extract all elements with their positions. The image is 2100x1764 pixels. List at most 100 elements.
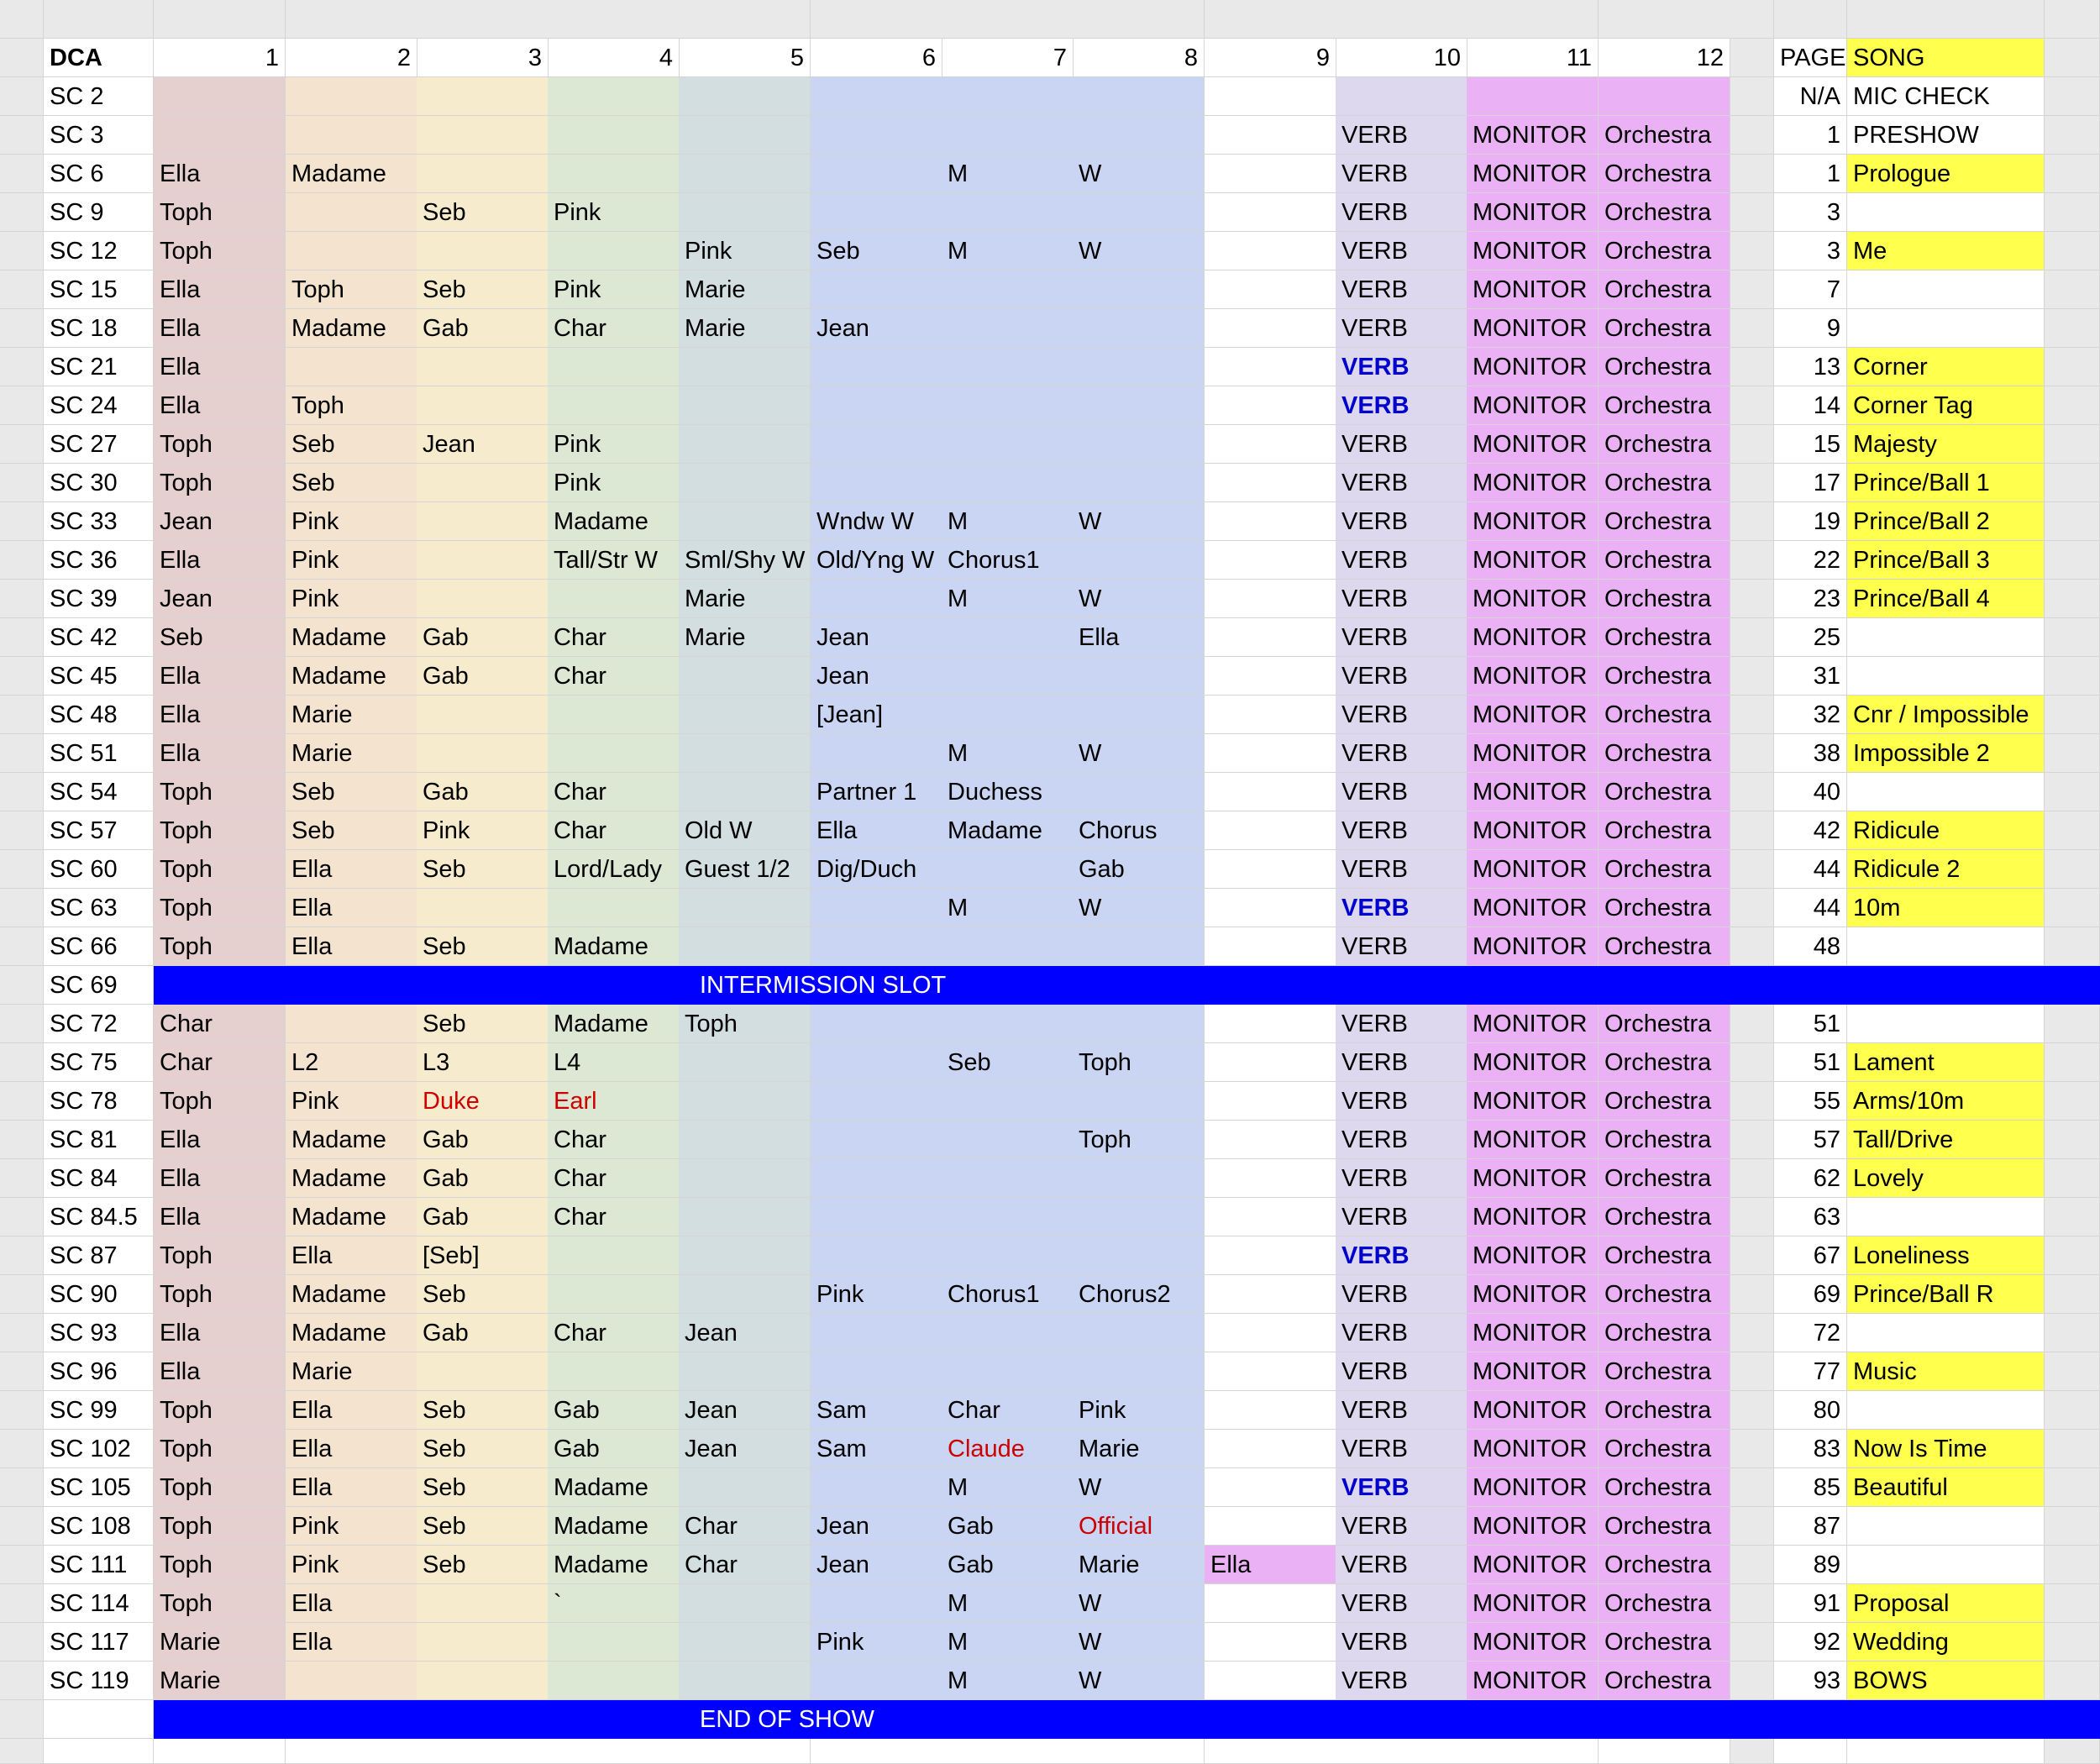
scene-cell[interactable]: SC 2: [44, 77, 154, 116]
channel-3-cell[interactable]: [417, 348, 549, 386]
gutter-cell[interactable]: [1730, 1662, 1774, 1700]
channel-11-cell[interactable]: MONITOR: [1467, 850, 1599, 889]
channel-11-cell[interactable]: MONITOR: [1467, 1662, 1599, 1700]
row-number-cell[interactable]: [0, 1082, 44, 1121]
channel-4-cell[interactable]: Gab: [548, 1391, 680, 1430]
page-cell[interactable]: 91: [1774, 1584, 1847, 1623]
gutter-cell[interactable]: [2045, 889, 2100, 927]
channel-11-cell[interactable]: MONITOR: [1467, 1391, 1599, 1430]
gutter-cell[interactable]: [1730, 155, 1774, 193]
channel-8-cell[interactable]: [1073, 464, 1205, 502]
channel-9-cell[interactable]: [1205, 850, 1336, 889]
channel-7-cell[interactable]: [942, 696, 1074, 734]
header-channel-7[interactable]: 7: [942, 39, 1074, 77]
channel-11-cell[interactable]: MONITOR: [1467, 541, 1599, 580]
channel-5-cell[interactable]: Jean: [679, 1391, 811, 1430]
channel-8-cell[interactable]: Chorus2: [1073, 1275, 1205, 1314]
page-cell[interactable]: 1: [1774, 116, 1847, 155]
gutter-cell[interactable]: [2045, 811, 2100, 850]
page-cell[interactable]: 9: [1774, 309, 1847, 348]
page-cell[interactable]: 48: [1774, 927, 1847, 966]
row-number-cell[interactable]: [0, 39, 44, 77]
channel-7-cell[interactable]: [942, 1314, 1074, 1352]
song-cell[interactable]: Arms/10m: [1847, 1082, 2045, 1121]
channel-11-cell[interactable]: MONITOR: [1467, 1159, 1599, 1198]
channel-9-cell[interactable]: [1205, 77, 1336, 116]
channel-9-cell[interactable]: [1205, 1623, 1336, 1662]
channel-1-cell[interactable]: Ella: [154, 1314, 286, 1352]
channel-6-cell[interactable]: [Jean]: [811, 696, 942, 734]
channel-9-cell[interactable]: [1205, 425, 1336, 464]
channel-8-cell[interactable]: Marie: [1073, 1430, 1205, 1468]
channel-4-cell[interactable]: Char: [548, 811, 680, 850]
channel-3-cell[interactable]: Seb: [417, 1430, 549, 1468]
channel-1-cell[interactable]: Ella: [154, 1352, 286, 1391]
channel-12-cell[interactable]: Orchestra: [1599, 889, 1730, 927]
gutter-cell[interactable]: [1730, 1236, 1774, 1275]
page-cell[interactable]: 15: [1774, 425, 1847, 464]
scene-cell[interactable]: SC 96: [44, 1352, 154, 1391]
channel-4-cell[interactable]: Char: [548, 1314, 680, 1352]
channel-6-cell[interactable]: [811, 1314, 942, 1352]
row-number-cell[interactable]: [0, 1043, 44, 1082]
gutter-cell[interactable]: [2045, 77, 2100, 116]
row-number-cell[interactable]: [0, 1159, 44, 1198]
channel-5-cell[interactable]: Pink: [679, 232, 811, 270]
channel-9-cell[interactable]: [1205, 1430, 1336, 1468]
gutter-cell[interactable]: [1730, 1159, 1774, 1198]
channel-8-cell[interactable]: [1073, 657, 1205, 696]
channel-10-cell[interactable]: VERB: [1336, 1198, 1467, 1236]
channel-10-cell[interactable]: VERB: [1336, 386, 1467, 425]
channel-5-cell[interactable]: Jean: [679, 1314, 811, 1352]
channel-6-cell[interactable]: [811, 348, 942, 386]
channel-1-cell[interactable]: Ella: [154, 386, 286, 425]
channel-6-cell[interactable]: [811, 464, 942, 502]
channel-2-cell[interactable]: [286, 232, 417, 270]
row-number-cell[interactable]: [0, 580, 44, 618]
gutter-cell[interactable]: [1730, 309, 1774, 348]
channel-10-cell[interactable]: VERB: [1336, 425, 1467, 464]
gutter-cell[interactable]: [1730, 464, 1774, 502]
channel-5-cell[interactable]: Marie: [679, 580, 811, 618]
channel-11-cell[interactable]: MONITOR: [1467, 502, 1599, 541]
channel-3-cell[interactable]: Seb: [417, 1468, 549, 1507]
gutter-cell[interactable]: [2045, 1005, 2100, 1043]
channel-10-cell[interactable]: [1336, 77, 1467, 116]
gutter-cell[interactable]: [1730, 1043, 1774, 1082]
channel-11-cell[interactable]: MONITOR: [1467, 1430, 1599, 1468]
channel-10-cell[interactable]: VERB: [1336, 348, 1467, 386]
song-cell[interactable]: Prologue: [1847, 155, 2045, 193]
row-number-cell[interactable]: [0, 1005, 44, 1043]
channel-5-cell[interactable]: [679, 386, 811, 425]
channel-10-cell[interactable]: VERB: [1336, 927, 1467, 966]
scene-cell[interactable]: SC 117: [44, 1623, 154, 1662]
channel-5-cell[interactable]: [679, 348, 811, 386]
row-number-cell[interactable]: [0, 811, 44, 850]
channel-5-cell[interactable]: [679, 116, 811, 155]
row-number-cell[interactable]: [0, 734, 44, 773]
row-number-cell[interactable]: [0, 618, 44, 657]
channel-11-cell[interactable]: MONITOR: [1467, 1198, 1599, 1236]
gutter-cell[interactable]: [1730, 348, 1774, 386]
channel-1-cell[interactable]: Ella: [154, 1198, 286, 1236]
gutter-cell[interactable]: [1730, 657, 1774, 696]
empty-cell[interactable]: [679, 1739, 811, 1764]
channel-1-cell[interactable]: Ella: [154, 696, 286, 734]
channel-5-cell[interactable]: [679, 1352, 811, 1391]
gutter-cell[interactable]: [1730, 1623, 1774, 1662]
channel-3-cell[interactable]: Gab: [417, 309, 549, 348]
channel-5-cell[interactable]: [679, 155, 811, 193]
channel-4-cell[interactable]: Tall/Str W: [548, 541, 680, 580]
channel-4-cell[interactable]: [548, 77, 680, 116]
channel-8-cell[interactable]: [1073, 1314, 1205, 1352]
channel-5-cell[interactable]: Char: [679, 1546, 811, 1584]
channel-2-cell[interactable]: Ella: [286, 889, 417, 927]
gutter-cell[interactable]: [1730, 1275, 1774, 1314]
channel-5-cell[interactable]: [679, 1043, 811, 1082]
channel-7-cell[interactable]: M: [942, 232, 1074, 270]
channel-4-cell[interactable]: [548, 232, 680, 270]
page-cell[interactable]: 22: [1774, 541, 1847, 580]
scene-cell[interactable]: SC 12: [44, 232, 154, 270]
channel-6-cell[interactable]: [811, 1584, 942, 1623]
channel-4-cell[interactable]: Madame: [548, 1546, 680, 1584]
